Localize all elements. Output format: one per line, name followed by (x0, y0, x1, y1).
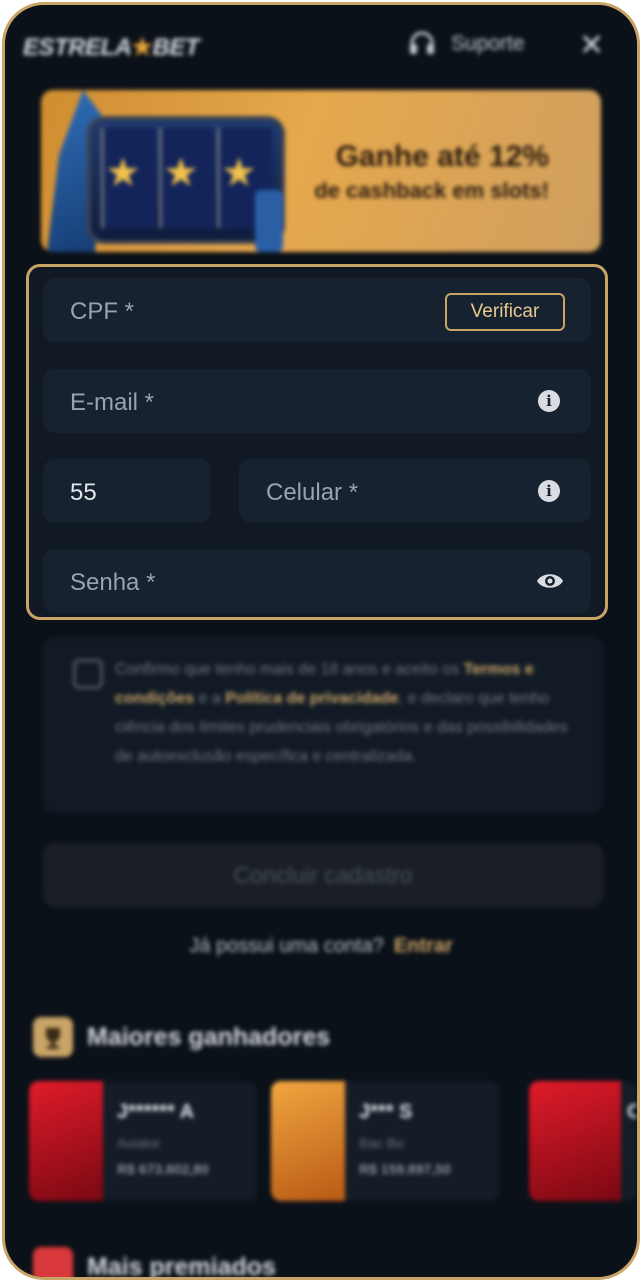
terms-text-part: e a (194, 690, 226, 707)
password-placeholder: Senha * (70, 569, 156, 596)
winner-amount: R$ 673.802,80 (117, 1161, 209, 1177)
banner-headline: Ganhe até 12% (335, 140, 549, 173)
country-code-field[interactable]: 55 (43, 459, 211, 523)
eye-icon[interactable] (536, 569, 564, 593)
winner-name: J****** A (117, 1101, 195, 1123)
mascot-hand (255, 190, 283, 252)
country-code-value: 55 (70, 479, 97, 506)
logo-right: BET (152, 34, 200, 61)
phone-field[interactable]: Celular * i (239, 459, 591, 523)
prizes-section-title: Mais premiados (33, 1247, 276, 1280)
prize-icon (33, 1247, 73, 1277)
login-question: Já possui uma conta? (189, 935, 384, 957)
terms-text: Confirmo que tenho mais de 18 anos e ace… (115, 655, 575, 771)
login-prompt: Já possui uma conta? Entrar (5, 935, 637, 958)
close-icon[interactable]: ✕ (579, 31, 604, 61)
phone-placeholder: Celular * (266, 479, 359, 506)
winner-card[interactable]: J****** A Aviator R$ 673.802,80 (29, 1081, 257, 1201)
cpf-placeholder: CPF * (70, 298, 135, 325)
prizes-title: Mais premiados (87, 1252, 276, 1280)
winner-game: Aviator (117, 1135, 161, 1151)
winner-card[interactable]: J*** S Bac Bo R$ 159.897,50 (271, 1081, 499, 1201)
winners-carousel[interactable]: J****** A Aviator R$ 673.802,80 J*** S B… (29, 1081, 637, 1203)
support-label: Suporte (451, 32, 525, 55)
game-thumbnail (271, 1081, 345, 1201)
terms-box: Confirmo que tenho mais de 18 anos e ace… (43, 637, 603, 813)
game-thumbnail (529, 1081, 621, 1201)
winners-title: Maiores ganhadores (87, 1022, 331, 1051)
submit-button[interactable]: Concluir cadastro (43, 843, 603, 907)
winner-game: Bac Bo (359, 1135, 405, 1151)
winner-name: C (627, 1101, 637, 1124)
game-thumbnail (29, 1081, 103, 1201)
winner-card[interactable]: C (529, 1081, 637, 1201)
logo-star-icon: ★ (131, 34, 154, 61)
terms-checkbox[interactable] (73, 659, 103, 689)
winner-name: J*** S (359, 1101, 413, 1123)
verify-button[interactable]: Verificar (445, 293, 565, 331)
app-frame: ESTRELA★BET Suporte ✕ ★ ★ ★ Ganhe até 12 (2, 2, 640, 1280)
cpf-field[interactable]: CPF * Verificar (43, 278, 591, 342)
email-placeholder: E-mail * (70, 389, 155, 416)
winner-amount: R$ 159.897,50 (359, 1161, 451, 1177)
trophy-icon (33, 1017, 73, 1057)
headset-icon (407, 29, 437, 59)
privacy-link[interactable]: Política de privacidade (225, 690, 398, 707)
header: ESTRELA★BET Suporte ✕ (5, 5, 637, 91)
logo-left: ESTRELA (23, 34, 132, 61)
info-icon[interactable]: i (538, 480, 560, 502)
support-button[interactable]: Suporte (407, 29, 525, 59)
banner-subline: de cashback em slots! (314, 178, 549, 203)
login-link[interactable]: Entrar (394, 935, 453, 957)
winners-section-title: Maiores ganhadores (33, 1017, 330, 1057)
promo-banner[interactable]: ★ ★ ★ Ganhe até 12% de cashback em slots… (41, 90, 601, 252)
terms-text-part: Confirmo que tenho mais de 18 anos e ace… (115, 661, 464, 678)
logo[interactable]: ESTRELA★BET (23, 33, 200, 62)
info-icon[interactable]: i (538, 390, 560, 412)
registration-form: CPF * Verificar E-mail * i 55 Celular * … (26, 264, 608, 620)
email-field[interactable]: E-mail * i (43, 369, 591, 433)
password-field[interactable]: Senha * (43, 549, 591, 613)
